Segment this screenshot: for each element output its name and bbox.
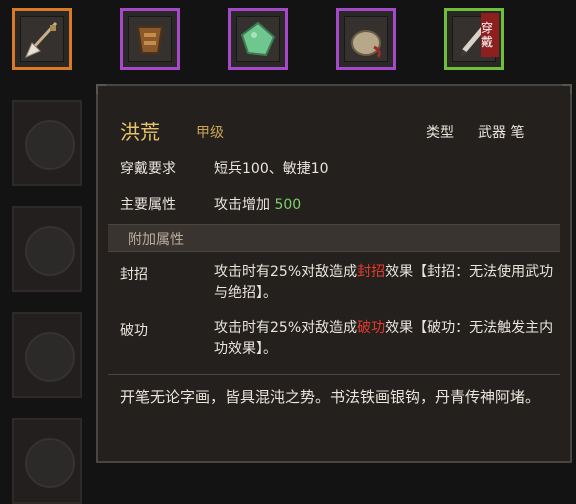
armor-icon [123,11,177,67]
side-slot-4[interactable] [12,418,82,504]
main-attr-value: 500 [274,197,302,213]
equip-slot-jade[interactable] [228,8,288,70]
item-name: 洪荒 [120,120,160,144]
equip-slot-spear[interactable] [12,8,72,70]
extra-keyword-2: 破功 [357,320,386,336]
type-value: 武器 笔 [478,125,525,141]
divider [108,374,560,375]
extra-attr-header: 附加属性 [108,224,560,252]
equipped-badge: 穿戴 [481,13,499,57]
requirement-row: 穿戴要求 [120,158,176,178]
main-attr-label: 主要属性 [120,197,176,213]
main-attr-text: 攻击增加 [214,197,270,213]
pouch-icon [339,11,393,67]
item-description: 开笔无论字画，皆具混沌之势。书法铁画银钩，丹青传神阿堵。 [120,388,541,406]
extra-desc-2: 攻击时有25%对敌造成破功效果【破功：无法触发主内功效果】。 [214,320,554,357]
spear-icon [15,11,69,67]
item-grade: 甲级 [196,125,224,141]
type-label: 类型 [426,125,454,141]
side-slot-3[interactable] [12,312,82,398]
extra-name-2: 破功 [120,323,148,339]
side-slot-1[interactable] [12,100,82,186]
extra-desc-1: 攻击时有25%对敌造成封招效果【封招：无法使用武功与绝招】。 [214,264,554,301]
requirement-label: 穿戴要求 [120,161,176,177]
item-tooltip: 洪荒 甲级 类型 武器 笔 穿戴要求 短兵100、敏捷10 主要属性 攻击增加 … [96,84,572,463]
extra-keyword-1: 封招 [357,264,386,280]
jade-icon [231,11,285,67]
extra-name-1: 封招 [120,267,148,283]
equip-slot-armor[interactable] [120,8,180,70]
equip-slot-pouch[interactable] [336,8,396,70]
equip-slot-brush[interactable]: 穿戴 [444,8,504,70]
requirement-value: 短兵100、敏捷10 [214,161,329,177]
side-slot-2[interactable] [12,206,82,292]
